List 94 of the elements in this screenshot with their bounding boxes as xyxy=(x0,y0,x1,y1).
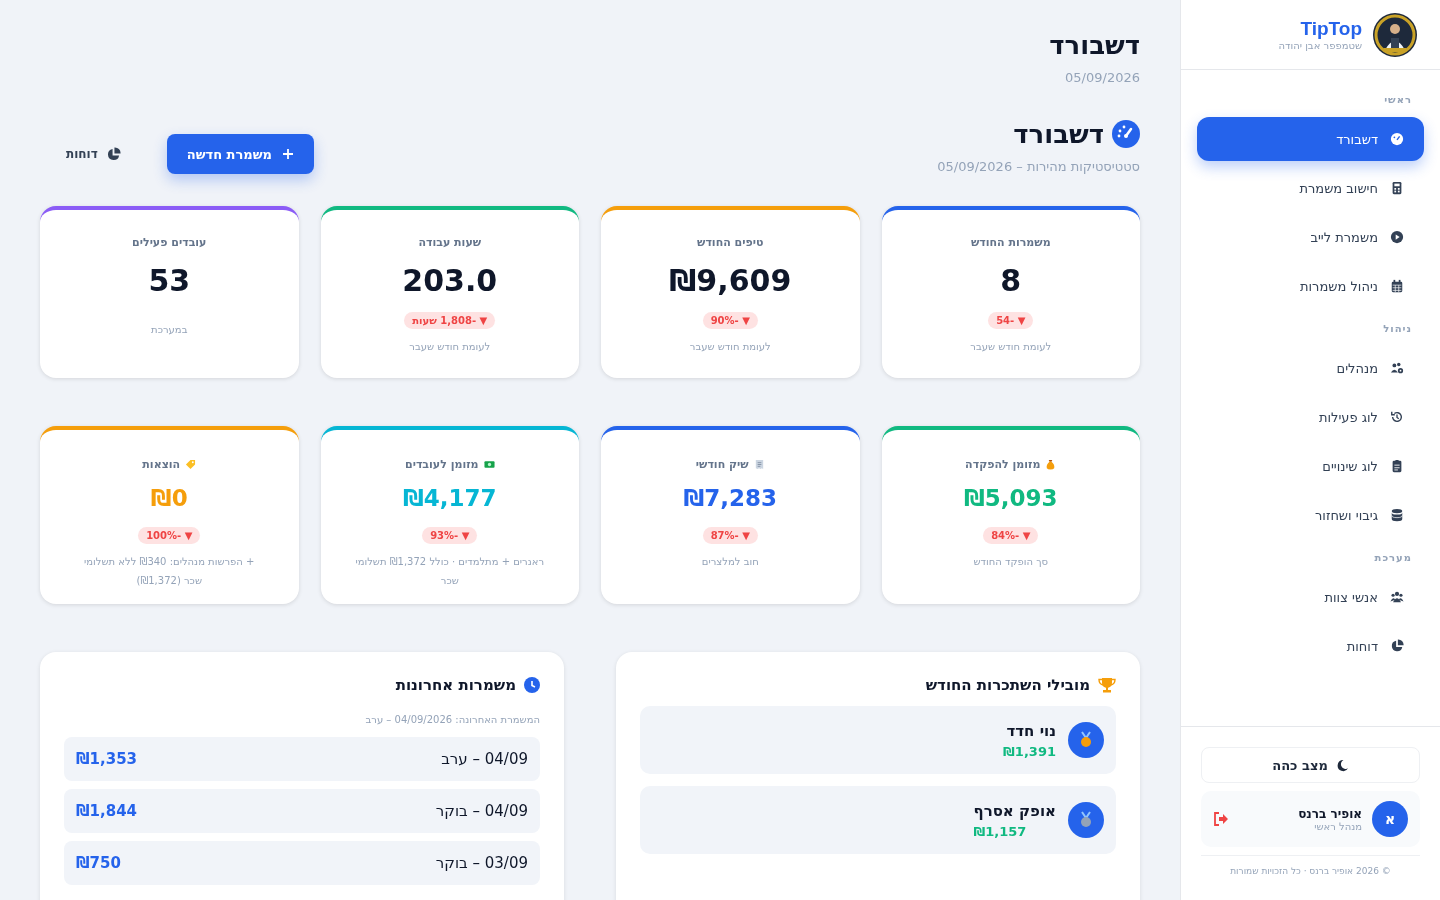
gauge-icon xyxy=(1390,132,1404,146)
nav-item[interactable]: לוג שינויים xyxy=(1197,444,1424,488)
stat-note: במערכת xyxy=(151,323,188,337)
logout-icon xyxy=(1213,812,1229,826)
trophy-icon xyxy=(1098,677,1116,693)
last-shift-note: המשמרת האחרונה: 04/09/2026 – ערב xyxy=(364,714,540,725)
nav-item[interactable]: דשבורד xyxy=(1197,117,1424,161)
nav-item[interactable]: משמרת לייב xyxy=(1197,215,1424,259)
page-title: דשבורד xyxy=(1048,30,1140,60)
stat-note: חוב למלצרים xyxy=(701,555,759,569)
stat-note: לעומת חודש שעבר xyxy=(409,340,491,354)
leader-amount: ₪1,391 xyxy=(1003,743,1056,759)
shift-label: 04/09 – ערב xyxy=(441,750,528,768)
nav-item[interactable]: לוג פעילות xyxy=(1197,395,1424,439)
change-badge: ▼ -84% xyxy=(983,527,1039,544)
user-name: אופיר ברנס xyxy=(1297,806,1362,821)
stat-value: 8 xyxy=(1000,263,1022,298)
stat-label: הוצאות xyxy=(142,458,181,471)
panel-title: מובילי השתכרות החודש xyxy=(925,676,1090,694)
shift-amount: ₪750 xyxy=(76,854,121,872)
nav-item[interactable]: מנהלים xyxy=(1197,346,1424,390)
stat-label: מזומן לעובדים xyxy=(405,458,479,471)
change-badge: ▼ -87% xyxy=(702,527,758,544)
stat-note: סך הופקד החודש xyxy=(973,555,1049,569)
stat-value: ₪4,177 xyxy=(402,485,497,511)
logout-button[interactable] xyxy=(1213,812,1229,826)
stat-label: שעות עבודה xyxy=(418,236,482,249)
gauge-icon xyxy=(1112,120,1140,148)
page-date: 05/09/2026 xyxy=(1064,70,1140,85)
brand-name: TipTop xyxy=(1299,18,1362,40)
tag-icon xyxy=(185,459,197,470)
database-icon xyxy=(1390,508,1404,522)
calendar-icon xyxy=(1390,279,1404,293)
brand-subtitle: שטמפפר אבן יהודה xyxy=(1278,40,1362,51)
stat-label: שיק חודשי xyxy=(695,458,749,471)
change-badge: ▼ -93% xyxy=(422,527,478,544)
leader-name: נוי חדד xyxy=(1005,721,1056,740)
calculator-icon xyxy=(1390,181,1404,195)
panel-title: משמרות אחרונות xyxy=(395,676,516,694)
leader-name: אופק אסרף xyxy=(973,801,1056,820)
pie-icon xyxy=(1390,639,1404,653)
stat-label: משמרות החודש xyxy=(970,236,1051,249)
users-icon xyxy=(1390,590,1404,604)
section-title: דשבורד xyxy=(1013,119,1104,149)
stat-value: 203.0 xyxy=(402,263,498,298)
user-avatar: א xyxy=(1372,801,1408,837)
users-gear-icon xyxy=(1390,361,1404,375)
change-badge: ▼ -54 xyxy=(988,312,1034,329)
stat-value: ₪7,283 xyxy=(683,485,778,511)
change-badge: ▼ -100% xyxy=(138,527,201,544)
stat-value: ₪9,609 xyxy=(669,263,792,298)
nav-group-title: ניהול xyxy=(1382,322,1413,336)
banknote-icon xyxy=(483,459,495,470)
user-role: מנהל ראשי xyxy=(1313,820,1362,832)
shift-label: 04/09 – בוקר xyxy=(435,802,528,820)
dark-mode-button[interactable]: מצב כהה xyxy=(1201,747,1420,783)
stat-note: + הפרשות מנהלים: ₪340 ללא תשלומי שכר (₪1,372) xyxy=(83,555,256,588)
moon-icon xyxy=(1335,758,1349,772)
history-icon xyxy=(1390,410,1404,424)
reports-link[interactable]: דוחות xyxy=(60,145,127,163)
nav-group-title: מערכת xyxy=(1373,551,1413,565)
stat-label: טיפים החודש xyxy=(697,236,764,249)
copyright-text: © 2026 אופיר ברנס · כל הזכויות שמורות xyxy=(1201,855,1420,876)
nav-group-title: ראשי xyxy=(1383,93,1413,107)
nav-item[interactable]: דוחות xyxy=(1197,624,1424,668)
stat-note: לעומת חודש שעבר xyxy=(970,340,1052,354)
plus-icon xyxy=(282,148,294,160)
stat-label: מזומן להפקדה xyxy=(965,458,1041,471)
shift-amount: ₪1,353 xyxy=(76,750,137,768)
change-badge: ▼ -1,808 שעות xyxy=(404,312,496,329)
play-icon xyxy=(1390,230,1404,244)
nav-item[interactable]: גיבוי ושחזור xyxy=(1197,493,1424,537)
medal-icon xyxy=(1068,722,1104,758)
new-shift-button[interactable]: משמרת חדשה xyxy=(166,134,314,174)
clock-icon xyxy=(524,677,540,693)
nav-item[interactable]: חישוב משמרת xyxy=(1197,166,1424,210)
stat-value: ₪5,093 xyxy=(963,485,1058,511)
nav-item[interactable]: אנשי צוות xyxy=(1197,575,1424,619)
change-badge: ▼ -90% xyxy=(702,312,758,329)
shift-label: 03/09 – בוקר xyxy=(435,854,528,872)
stat-label: עובדים פעילים xyxy=(132,236,207,249)
pie-icon xyxy=(105,146,121,162)
medal-icon xyxy=(1068,802,1104,838)
section-subtitle: סטטיסטיקות מהירות – 05/09/2026 xyxy=(937,159,1140,174)
bag-icon xyxy=(1045,459,1057,470)
leader-amount: ₪1,157 xyxy=(973,823,1028,839)
stat-value: ₪0 xyxy=(150,485,188,511)
stat-note: לעומת חודש שעבר xyxy=(689,340,771,354)
receipt-icon xyxy=(753,459,765,470)
shift-amount: ₪1,844 xyxy=(76,802,137,820)
clipboard-icon xyxy=(1390,459,1404,473)
nav-item[interactable]: ניהול משמרות xyxy=(1197,264,1424,308)
stat-note: ראנרים + מתלמדים · כולל ₪1,372 תשלומי שכר xyxy=(354,555,545,588)
stat-value: 53 xyxy=(148,263,191,298)
